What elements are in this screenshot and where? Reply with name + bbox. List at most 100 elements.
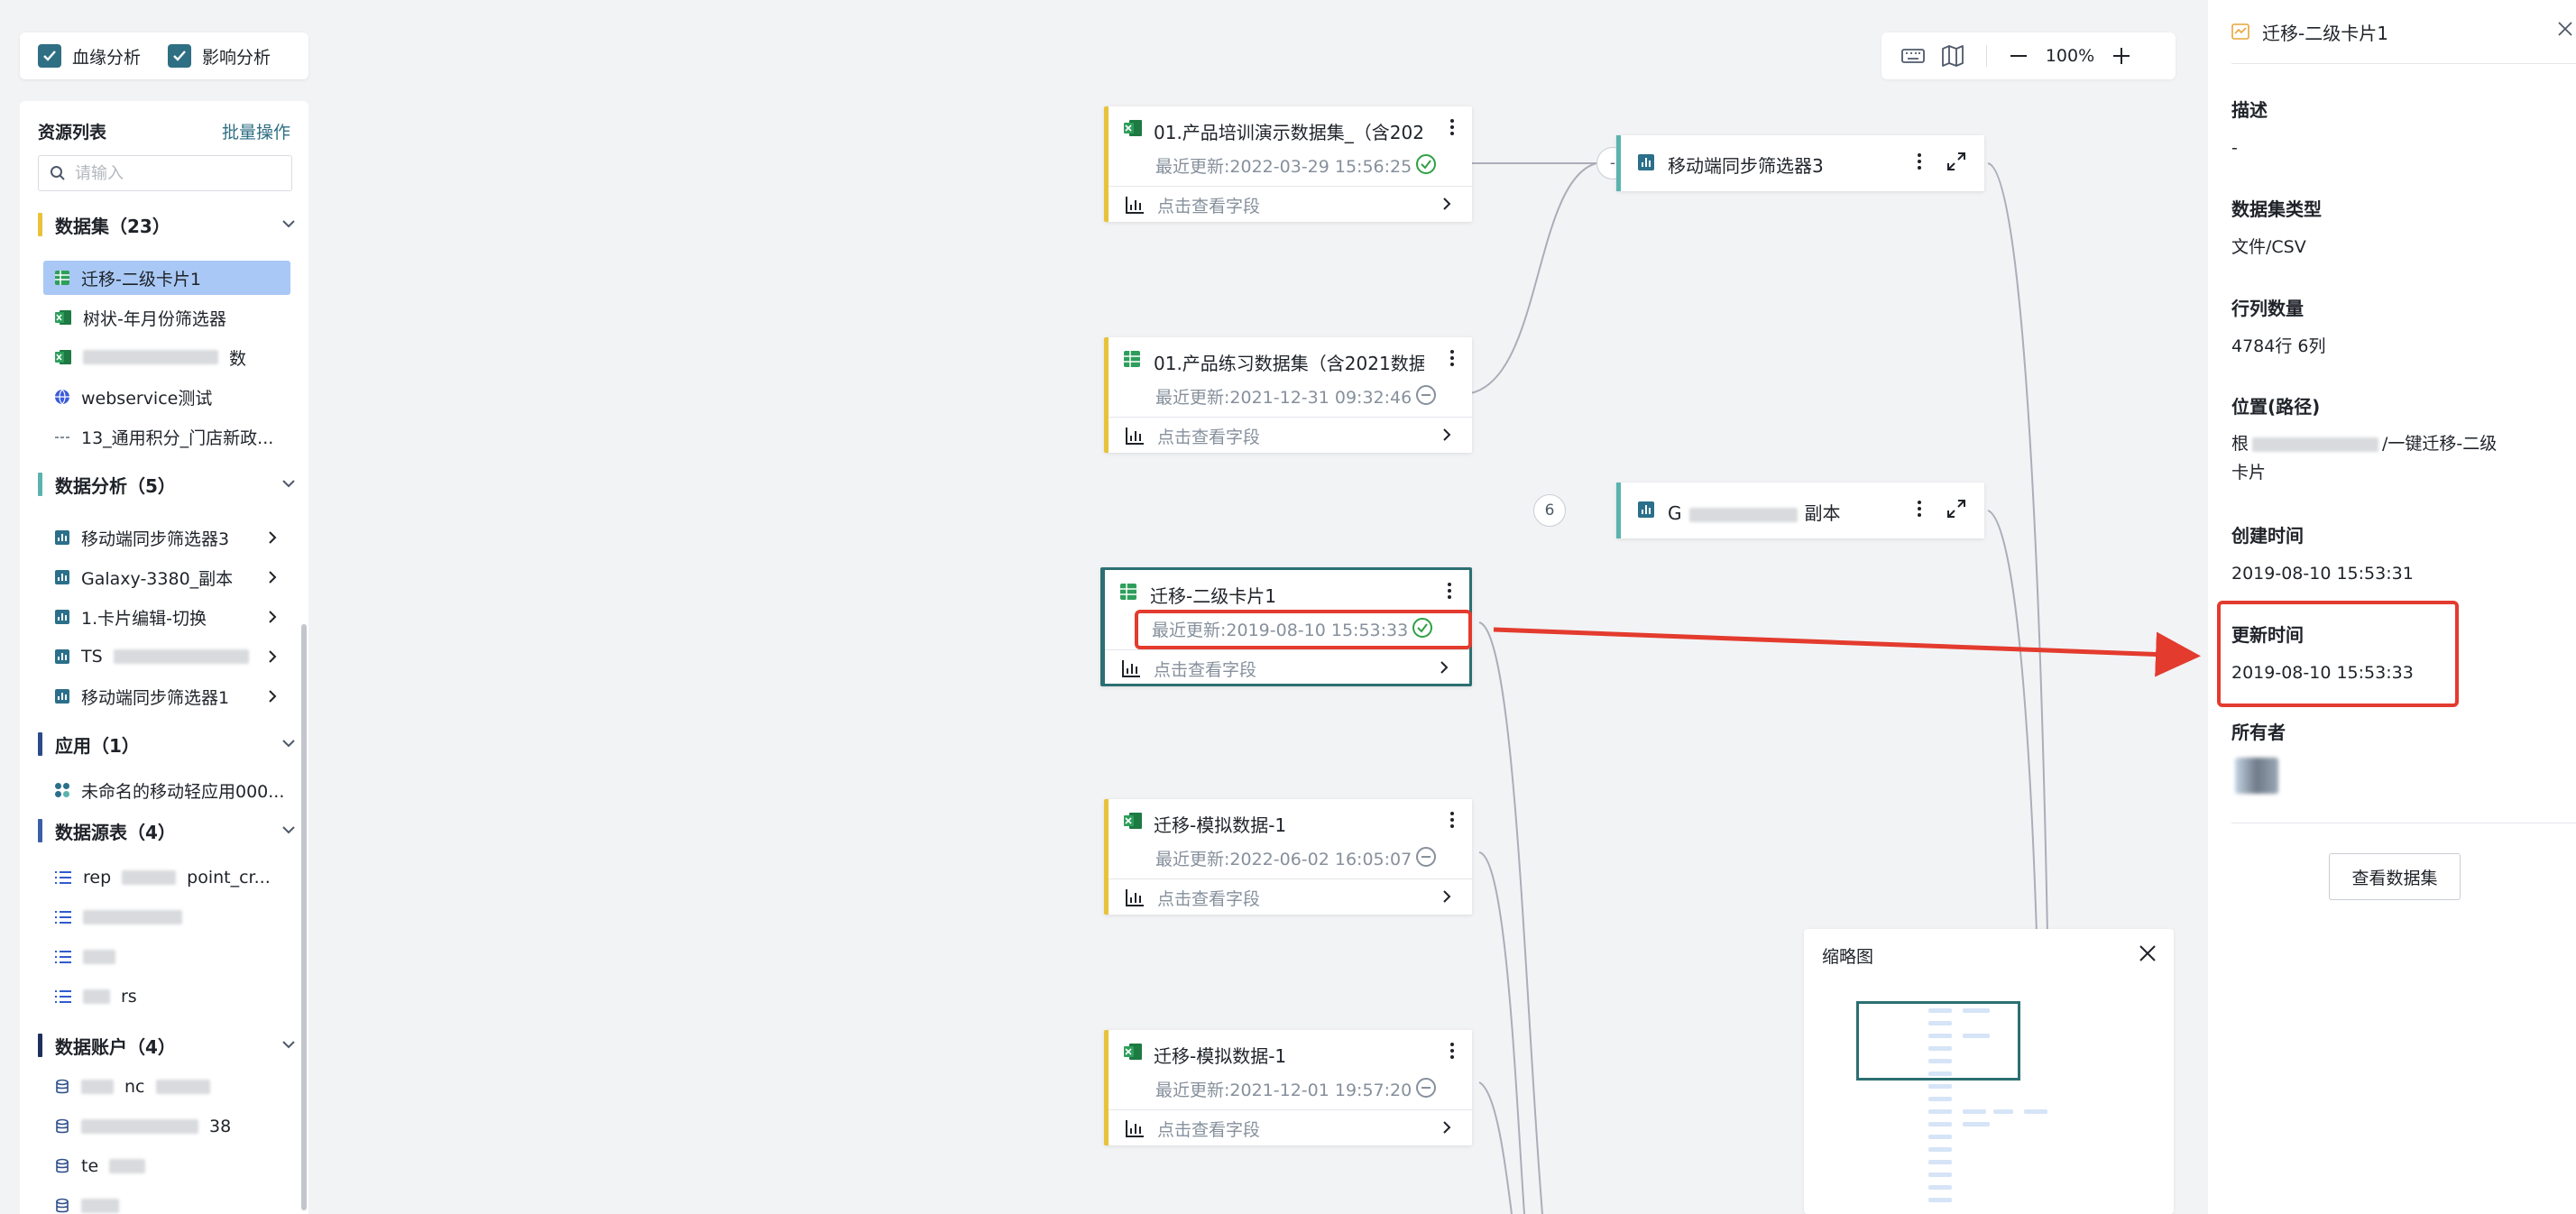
zoom-out-icon[interactable]	[2009, 46, 2029, 66]
more-vertical-icon[interactable]	[1449, 1041, 1456, 1061]
bar-chart-icon	[1126, 428, 1144, 445]
zoom-in-icon[interactable]	[2111, 46, 2131, 66]
resource-list-title: 资源列表	[38, 122, 107, 143]
keyboard-icon[interactable]	[1901, 47, 1925, 65]
chevron-right-icon[interactable]	[1438, 888, 1456, 906]
section-apps[interactable]: 应用（1）	[38, 729, 308, 759]
dataset-item[interactable]: 迁移-二级卡片1	[43, 261, 290, 295]
annotation-highlight-node-update	[1135, 610, 1472, 649]
source-table-item[interactable]	[43, 900, 290, 934]
dataset-node[interactable]: 01.产品培训演示数据集_（含202... 最近更新:2022-03-29 15…	[1104, 106, 1472, 222]
account-item-label: te	[81, 1156, 99, 1176]
view-fields-link[interactable]: 点击查看字段	[1157, 886, 1260, 910]
source-table-item[interactable]: rs	[43, 979, 290, 1014]
lineage-checkbox[interactable]	[38, 44, 61, 68]
chevron-right-icon[interactable]	[263, 568, 281, 586]
section-color-bar	[38, 473, 42, 496]
chevron-right-icon[interactable]	[1438, 1118, 1456, 1136]
view-fields-link[interactable]: 点击查看字段	[1157, 1117, 1260, 1141]
more-vertical-icon[interactable]	[1916, 499, 1923, 519]
dataset-item[interactable]: 树状-年月份筛选器	[43, 300, 290, 335]
lineage-toggle[interactable]: 血缘分析	[38, 44, 141, 69]
section-source-tables[interactable]: 数据源表（4）	[38, 815, 308, 846]
chevron-down-icon[interactable]	[280, 821, 298, 839]
close-icon[interactable]	[2138, 943, 2157, 963]
view-fields-link[interactable]: 点击查看字段	[1157, 424, 1260, 448]
dataset-item-label: webservice测试	[81, 388, 213, 409]
analysis-item[interactable]: 移动端同步筛选器3	[43, 520, 290, 555]
map-icon[interactable]	[1941, 44, 1964, 68]
node-title: 01.产品培训演示数据集_（含202...	[1154, 122, 1424, 143]
dataset-node[interactable]: 迁移-模拟数据-1 最近更新:2021-12-01 19:57:20 点击查看字…	[1104, 1030, 1472, 1145]
list-icon	[55, 951, 71, 963]
expand-icon[interactable]	[1946, 152, 1966, 171]
dataset-item[interactable]: webservice测试	[43, 380, 290, 414]
more-vertical-icon[interactable]	[1446, 581, 1453, 601]
chevron-right-icon[interactable]	[1435, 658, 1453, 676]
more-vertical-icon[interactable]	[1449, 117, 1456, 137]
analysis-item-label: 移动端同步筛选器1	[81, 687, 230, 708]
expand-count-bubble[interactable]: 6	[1533, 494, 1566, 527]
expand-icon[interactable]	[1946, 499, 1966, 519]
dataset-node[interactable]: 01.产品练习数据集（含2021数据） 最近更新:2021-12-31 09:3…	[1104, 337, 1472, 453]
source-table-item[interactable]: rep point_cr...	[43, 860, 290, 895]
section-accounts[interactable]: 数据账户（4）	[38, 1030, 308, 1061]
redacted-text	[81, 1199, 119, 1213]
analysis-item[interactable]: Galaxy-3380_副本	[43, 560, 290, 594]
node-update-time: 最近更新:2021-12-01 19:57:20	[1155, 1081, 1412, 1100]
batch-operation-link[interactable]: 批量操作	[222, 119, 290, 143]
redacted-text	[1688, 507, 1798, 522]
chevron-down-icon[interactable]	[280, 215, 298, 233]
account-item[interactable]: nc	[43, 1070, 290, 1104]
node-update-time: 最近更新:2021-12-31 09:32:46	[1155, 388, 1412, 408]
view-fields-link[interactable]: 点击查看字段	[1154, 657, 1256, 681]
section-apps-label: 应用（1）	[55, 734, 140, 757]
chevron-right-icon[interactable]	[263, 529, 281, 547]
account-item[interactable]: te	[43, 1149, 290, 1183]
left-panel-scrollbar[interactable]	[301, 624, 307, 1210]
minimap-viewport[interactable]	[1856, 1001, 2020, 1081]
impact-label: 影响分析	[202, 47, 271, 68]
more-vertical-icon[interactable]	[1449, 348, 1456, 368]
resource-list-header: 资源列表 批量操作	[38, 117, 290, 144]
close-icon[interactable]	[2556, 20, 2574, 38]
chevron-right-icon[interactable]	[1438, 195, 1456, 213]
analysis-node[interactable]: G 副本	[1616, 483, 1984, 538]
view-fields-link[interactable]: 点击查看字段	[1157, 193, 1260, 217]
chevron-right-icon[interactable]	[1438, 426, 1456, 444]
analysis-item[interactable]: TS	[43, 639, 290, 674]
analysis-item[interactable]: 1.卡片编辑-切换	[43, 600, 290, 634]
path-value-part: /一键迁移-二级	[2382, 434, 2498, 454]
node-divider	[1109, 878, 1472, 879]
chevron-right-icon[interactable]	[263, 687, 281, 705]
view-dataset-button[interactable]: 查看数据集	[2329, 853, 2461, 900]
detail-panel: 迁移-二级卡片1 描述 - 数据集类型 文件/CSV 行列数量 4784行 6列…	[2208, 0, 2576, 1214]
impact-toggle[interactable]: 影响分析	[168, 44, 271, 69]
row-col-count-label: 行列数量	[2231, 298, 2304, 319]
source-table-item[interactable]	[43, 940, 290, 974]
account-item[interactable]: 38	[43, 1109, 290, 1144]
csv-table-icon	[1124, 351, 1140, 367]
chevron-down-icon[interactable]	[280, 734, 298, 752]
section-source-tables-label: 数据源表（4）	[55, 821, 176, 843]
dataset-item[interactable]: 数	[43, 340, 290, 374]
impact-checkbox[interactable]	[168, 44, 192, 68]
dataset-node[interactable]: 迁移-模拟数据-1 最近更新:2022-06-02 16:05:07 点击查看字…	[1104, 799, 1472, 915]
section-datasets[interactable]: 数据集（23）	[38, 209, 308, 240]
database-icon	[56, 1118, 69, 1134]
section-analysis[interactable]: 数据分析（5）	[38, 469, 308, 500]
section-color-bar	[38, 1034, 42, 1057]
search-input[interactable]	[73, 162, 275, 184]
avatar	[2235, 758, 2278, 794]
account-item[interactable]	[43, 1189, 290, 1214]
chevron-right-icon[interactable]	[263, 608, 281, 626]
app-item[interactable]: 未命名的移动轻应用000...	[43, 773, 290, 807]
more-vertical-icon[interactable]	[1916, 152, 1923, 171]
analysis-item[interactable]: 移动端同步筛选器1	[43, 679, 290, 713]
chevron-down-icon[interactable]	[280, 1035, 298, 1053]
dataset-item[interactable]: 13_通用积分_门店新政...	[43, 419, 290, 454]
chevron-right-icon[interactable]	[263, 648, 281, 666]
more-vertical-icon[interactable]	[1449, 810, 1456, 830]
chevron-down-icon[interactable]	[280, 474, 298, 492]
analysis-node[interactable]: 移动端同步筛选器3	[1616, 135, 1984, 191]
